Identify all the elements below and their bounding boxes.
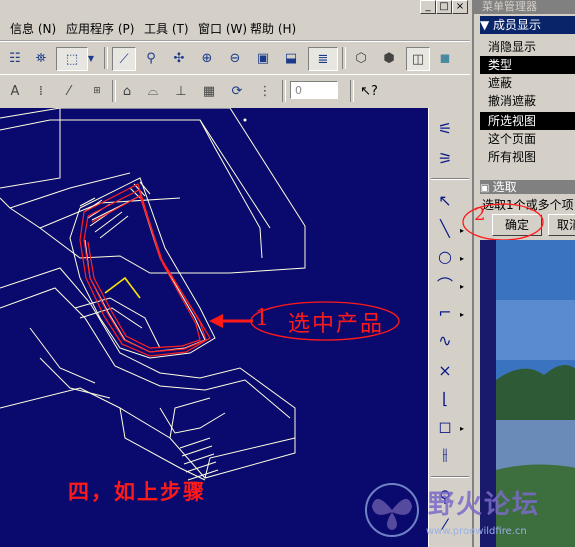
menu-window[interactable]: 窗口 (W) — [198, 20, 247, 37]
menu-item-type[interactable]: 类型 — [480, 56, 575, 74]
dialog-icon: ▣ — [480, 183, 493, 194]
tree-icon[interactable]: ☷ — [4, 47, 26, 69]
structure-icon[interactable]: ⊥ — [170, 80, 192, 102]
context-help-icon[interactable]: ↖? — [358, 80, 380, 102]
refit-icon[interactable]: ▣ — [252, 47, 274, 69]
menu-item-unblank[interactable]: 撤消遮蔽 — [480, 92, 575, 110]
datum-plane-icon[interactable]: ⁄ — [58, 80, 80, 102]
menu-help[interactable]: 帮助 (H) — [250, 20, 296, 37]
menu-manager-header[interactable]: ▼ 成员显示 — [480, 16, 575, 34]
menu-item-blank[interactable]: 消隐显示 — [480, 38, 575, 56]
folder-icon[interactable]: ⌓ — [142, 80, 164, 102]
no-hidden-icon[interactable]: ◫ — [406, 47, 430, 71]
maximize-button[interactable]: □ — [436, 0, 452, 14]
fillet-icon[interactable]: ⌐ — [433, 300, 457, 324]
spin-center-icon[interactable]: ⚲ — [140, 47, 162, 69]
use-edge-icon[interactable]: ⌊ — [433, 386, 457, 410]
datum-tools-icon[interactable]: ⚞ — [433, 146, 457, 170]
select-dialog-title: ▣ 选取 — [480, 180, 575, 194]
binoculars-icon[interactable]: ⛯ — [30, 47, 52, 69]
step1-text: 选中产品 — [288, 312, 385, 337]
select-dialog-title-text: 选取 — [492, 180, 517, 194]
saved-views-icon[interactable]: ⬓ — [280, 47, 302, 69]
select-arrow-icon[interactable]: ↖ — [433, 188, 457, 212]
axis-display-icon[interactable]: ⁞ — [30, 80, 52, 102]
zoom-out-icon[interactable]: ⊖ — [224, 47, 246, 69]
orient-icon[interactable]: ✣ — [168, 47, 190, 69]
menu-item-selected-view[interactable]: 所选视图 — [480, 112, 575, 130]
close-button[interactable]: × — [452, 0, 468, 14]
line-icon[interactable]: ╲ — [433, 216, 457, 240]
point-icon[interactable]: × — [433, 358, 457, 382]
watermark-url: www.proewildfire.cn — [426, 526, 527, 537]
step2-callout — [462, 203, 544, 241]
window-title-strip: _ □ × — [0, 0, 470, 16]
mirror-icon[interactable]: ⫲ — [433, 442, 457, 466]
menu-manager: 菜单管理器 ▼ 成员显示 消隐显示 类型 遮蔽 撤消遮蔽 所选视图 这个页面 所… — [472, 0, 575, 178]
cancel-button[interactable]: 取消 — [548, 214, 575, 236]
layers-icon[interactable]: ≣ — [308, 47, 338, 71]
flyout-icon[interactable]: ▸ — [460, 282, 464, 291]
hidden-line-icon[interactable]: ⬢ — [378, 47, 400, 69]
separator — [350, 80, 354, 102]
wireframe-icon[interactable]: ⬡ — [350, 47, 372, 69]
menu-tools[interactable]: 工具 (T) — [144, 20, 189, 37]
separator — [282, 80, 286, 102]
chevron-down-icon[interactable]: ▼ — [86, 47, 96, 69]
toolbar-view: ☷ ⛯ ⬚ ▼ ⟋ ⚲ ✣ ⊕ ⊖ ▣ ⬓ ≣ ⬡ ⬢ ◫ ◼ — [0, 41, 470, 75]
flyout-icon[interactable]: ▸ — [460, 424, 464, 433]
table-icon[interactable]: ▦ — [198, 80, 220, 102]
separator — [431, 178, 469, 180]
forum-watermark: 野火论坛 www.proewildfire.cn — [362, 478, 575, 547]
menu-item-all-views[interactable]: 所有视图 — [480, 148, 575, 166]
menu-info[interactable]: 信息 (N) — [10, 20, 56, 37]
butterfly-logo-icon — [365, 483, 419, 537]
minimize-button[interactable]: _ — [420, 0, 436, 14]
repaint-icon[interactable]: ⟋ — [112, 47, 136, 71]
regenerate-icon[interactable]: ⟳ — [226, 80, 248, 102]
annotation-icon[interactable]: A — [4, 80, 26, 102]
value-input[interactable]: 0 — [290, 81, 338, 99]
watermark-title: 野火论坛 — [428, 490, 541, 520]
shading-icon[interactable]: ◼ — [434, 47, 456, 69]
step2-number: 2 — [474, 204, 486, 225]
menubar: 信息 (N) 应用程序 (P) 工具 (T) 窗口 (W) 帮助 (H) — [0, 16, 470, 41]
grid-icon[interactable]: ⋮ — [254, 80, 276, 102]
separator — [342, 47, 346, 69]
spline-icon[interactable]: ∿ — [433, 328, 457, 352]
caption: 四，如上步骤 — [68, 479, 206, 504]
flyout-icon[interactable]: ▸ — [460, 310, 464, 319]
flyout-icon[interactable]: ▸ — [460, 254, 464, 263]
hat-icon[interactable]: ⌂ — [116, 80, 138, 102]
circle-icon[interactable]: ○ — [433, 244, 457, 268]
dimension-icon[interactable]: ◻ — [433, 414, 457, 438]
separator — [104, 47, 108, 69]
menu-item-this-page[interactable]: 这个页面 — [480, 130, 575, 148]
arc-icon[interactable]: ⌒ — [433, 272, 457, 296]
toolbar-datum: A ⁞ ⁄ ⊞ ⌂ ⌓ ⊥ ▦ ⟳ ⋮ 0 ↖? — [0, 74, 470, 109]
menu-applications[interactable]: 应用程序 (P) — [66, 20, 134, 37]
menu-item-blank-2[interactable]: 遮蔽 — [480, 74, 575, 92]
dimension-icon[interactable]: ⊞ — [86, 80, 108, 102]
datum-display-icon[interactable]: ⚟ — [433, 116, 457, 140]
menu-manager-title: 菜单管理器 — [474, 0, 575, 14]
step1-number: 1 — [255, 306, 269, 331]
zoom-in-icon[interactable]: ⊕ — [196, 47, 218, 69]
selection-filter-icon[interactable]: ⬚ — [56, 47, 88, 71]
